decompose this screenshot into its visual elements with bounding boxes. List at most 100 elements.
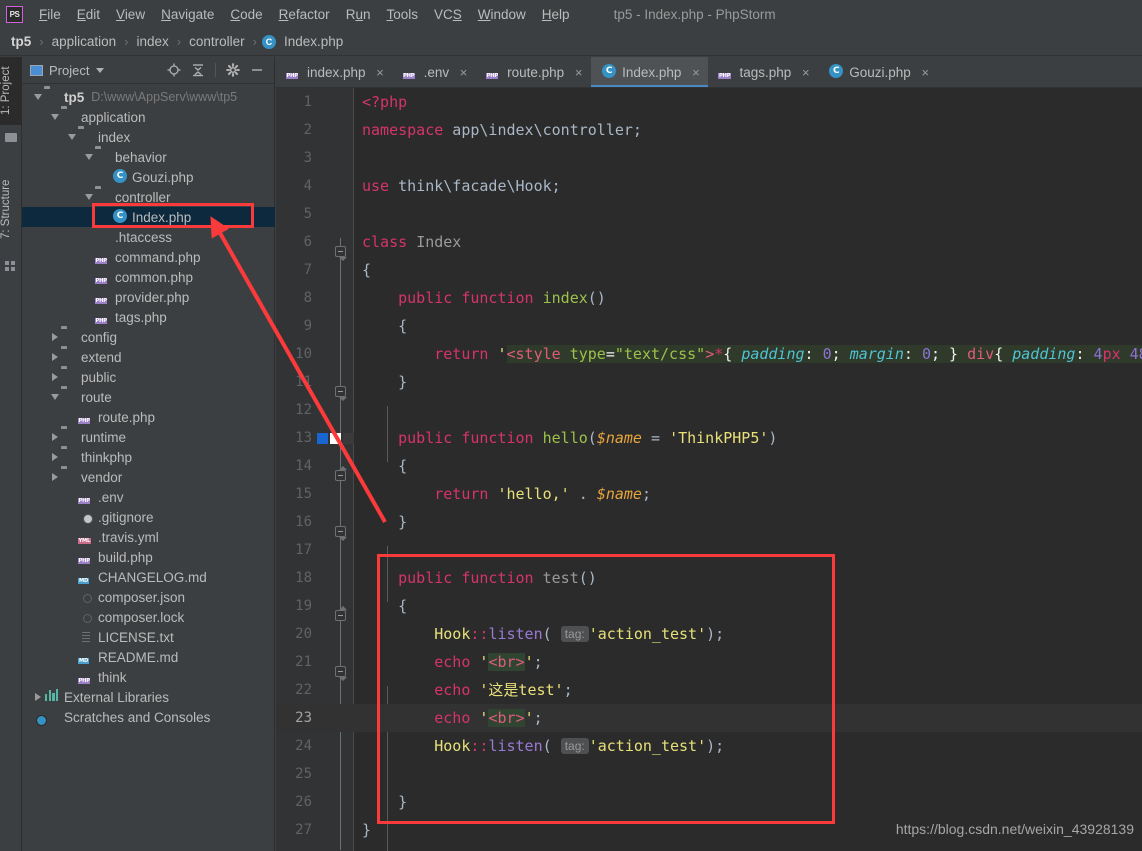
expand-arrow-down-icon[interactable] [48, 114, 61, 120]
code-line-25[interactable]: 25 [276, 760, 1142, 788]
hide-panel-icon[interactable] [246, 60, 268, 80]
code-line-23[interactable]: 23 echo '<br>'; [276, 704, 1142, 732]
line-number[interactable]: 18 [276, 564, 312, 592]
tree-item-command-php[interactable]: command.php [22, 247, 275, 267]
menu-item-vcs[interactable]: VCS [426, 4, 470, 25]
line-number[interactable]: 26 [276, 788, 312, 816]
tree-item-config[interactable]: config [22, 327, 275, 347]
code-editor[interactable]: 1 <?php 2 namespace app\index\controller; 3 4… [276, 88, 1142, 851]
expand-arrow-down-icon[interactable] [82, 194, 95, 200]
tree-item-changelog-md[interactable]: CHANGELOG.md [22, 567, 275, 587]
line-number[interactable]: 6 [276, 228, 312, 256]
editor-tab-index-php[interactable]: index.php × [276, 57, 393, 87]
line-number[interactable]: 1 [276, 88, 312, 116]
code-line-12[interactable]: 12 [276, 396, 1142, 424]
expand-arrow-right-icon[interactable] [48, 353, 61, 361]
tree-item-runtime[interactable]: runtime [22, 427, 275, 447]
line-number[interactable]: 4 [276, 172, 312, 200]
breadcrumb-item-application[interactable]: application [49, 33, 120, 50]
menu-item-view[interactable]: View [108, 4, 153, 25]
tree-item--gitignore[interactable]: .gitignore [22, 507, 275, 527]
tree-item-build-php[interactable]: build.php [22, 547, 275, 567]
line-number[interactable]: 9 [276, 312, 312, 340]
line-number[interactable]: 21 [276, 648, 312, 676]
line-number[interactable]: 23 [276, 704, 312, 732]
line-number[interactable]: 20 [276, 620, 312, 648]
code-line-6[interactable]: 6 class Index [276, 228, 1142, 256]
tree-item-composer-lock[interactable]: composer.lock [22, 607, 275, 627]
tree-item-application[interactable]: application [22, 107, 275, 127]
menu-item-edit[interactable]: Edit [69, 4, 108, 25]
fold-marker-line8[interactable] [335, 386, 347, 401]
line-number[interactable]: 13 [276, 424, 312, 452]
tree-item-route[interactable]: route [22, 387, 275, 407]
tree-item-external-libraries[interactable]: External Libraries [22, 687, 275, 707]
code-line-3[interactable]: 3 [276, 144, 1142, 172]
code-line-20[interactable]: 20 Hook::listen( tag:'action_test'); [276, 620, 1142, 648]
tree-item-license-txt[interactable]: LICENSE.txt [22, 627, 275, 647]
color-swatch-dark[interactable] [343, 433, 354, 444]
tree-item-think[interactable]: think [22, 667, 275, 687]
breadcrumb-item-controller[interactable]: controller [186, 33, 248, 50]
code-line-7[interactable]: 7{ [276, 256, 1142, 284]
tree-item-tp5[interactable]: tp5 D:\www\AppServ\www\tp5 [22, 87, 275, 107]
expand-arrow-down-icon[interactable] [48, 394, 61, 400]
tree-item-vendor[interactable]: vendor [22, 467, 275, 487]
tree-item-tags-php[interactable]: tags.php [22, 307, 275, 327]
breadcrumb-item-tp5[interactable]: tp5 [8, 33, 34, 50]
sidebar-item-project[interactable]: 1: Project [0, 57, 22, 125]
code-line-26[interactable]: 26 } [276, 788, 1142, 816]
line-number[interactable]: 27 [276, 816, 312, 844]
close-icon[interactable]: × [375, 65, 386, 80]
line-number[interactable]: 7 [276, 256, 312, 284]
menu-item-tools[interactable]: Tools [378, 4, 426, 25]
tree-item-index-php[interactable]: C Index.php [22, 207, 275, 227]
line-number[interactable]: 5 [276, 200, 312, 228]
fold-marker-line11[interactable] [335, 466, 347, 481]
line-number[interactable]: 10 [276, 340, 312, 368]
fold-marker-line13[interactable] [335, 526, 347, 541]
editor-tab--env[interactable]: .env × [393, 57, 477, 87]
tree-item-extend[interactable]: extend [22, 347, 275, 367]
menu-item-window[interactable]: Window [470, 4, 534, 25]
color-swatch-white[interactable] [330, 433, 341, 444]
tree-item-index[interactable]: index [22, 127, 275, 147]
tree-item-thinkphp[interactable]: thinkphp [22, 447, 275, 467]
tree-item-gouzi-php[interactable]: C Gouzi.php [22, 167, 275, 187]
collapse-all-icon[interactable] [187, 60, 209, 80]
code-line-16[interactable]: 16 } [276, 508, 1142, 536]
line-number[interactable]: 25 [276, 760, 312, 788]
expand-arrow-right-icon[interactable] [48, 433, 61, 441]
expand-arrow-right-icon[interactable] [48, 453, 61, 461]
menu-item-run[interactable]: Run [338, 4, 379, 25]
tree-item--travis-yml[interactable]: .travis.yml [22, 527, 275, 547]
code-line-10[interactable]: 10 return '<style type="text/css">*{ pad… [276, 340, 1142, 368]
fold-marker-line18[interactable] [335, 666, 347, 681]
gear-icon[interactable] [222, 60, 244, 80]
code-line-11[interactable]: 11 } [276, 368, 1142, 396]
tree-item-public[interactable]: public [22, 367, 275, 387]
editor-tab-index-php[interactable]: C Index.php × [591, 57, 709, 87]
close-icon[interactable]: × [573, 65, 584, 80]
line-number[interactable]: 24 [276, 732, 312, 760]
line-number[interactable]: 12 [276, 396, 312, 424]
line-number[interactable]: 8 [276, 284, 312, 312]
expand-arrow-down-icon[interactable] [31, 94, 44, 100]
tree-item-route-php[interactable]: route.php [22, 407, 275, 427]
code-line-21[interactable]: 21 echo '<br>'; [276, 648, 1142, 676]
tree-item--htaccess[interactable]: .htaccess [22, 227, 275, 247]
code-line-22[interactable]: 22 echo '这是test'; [276, 676, 1142, 704]
line-number[interactable]: 3 [276, 144, 312, 172]
code-line-14[interactable]: 14 { [276, 452, 1142, 480]
expand-arrow-right-icon[interactable] [48, 373, 61, 381]
menu-item-help[interactable]: Help [534, 4, 578, 25]
chevron-down-icon[interactable] [96, 67, 105, 73]
breadcrumb-item-index[interactable]: index [133, 33, 171, 50]
line-number[interactable]: 11 [276, 368, 312, 396]
code-line-5[interactable]: 5 [276, 200, 1142, 228]
breadcrumb-item-index-php[interactable]: Index.php [281, 33, 346, 50]
close-icon[interactable]: × [458, 65, 469, 80]
code-line-4[interactable]: 4 use think\facade\Hook; [276, 172, 1142, 200]
tree-item-scratches-and-consoles[interactable]: Scratches and Consoles [22, 707, 275, 727]
menu-item-refactor[interactable]: Refactor [271, 4, 338, 25]
